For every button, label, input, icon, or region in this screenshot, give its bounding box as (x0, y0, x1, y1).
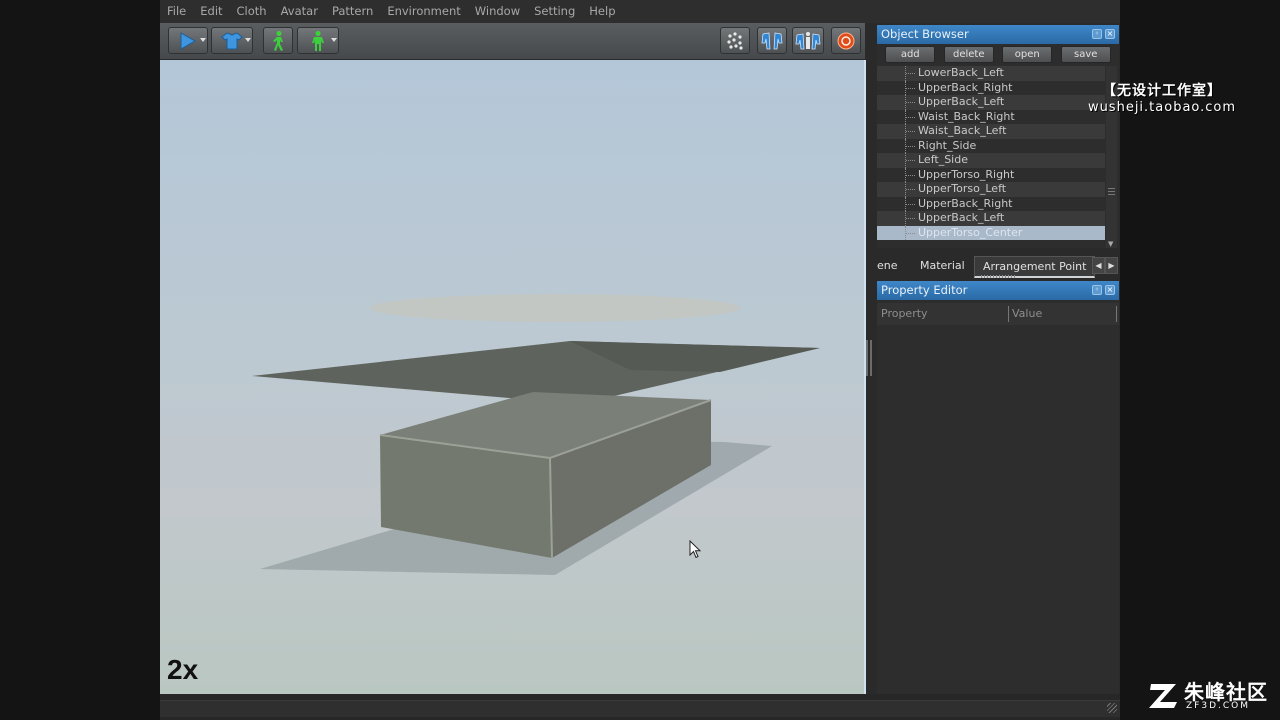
tab-grip[interactable] (981, 275, 1017, 278)
playback-speed-label: 2x (167, 654, 199, 685)
walk-button[interactable] (263, 27, 293, 54)
tab-scroll-right-icon[interactable]: ▶ (1105, 257, 1118, 274)
play-button[interactable] (168, 27, 208, 54)
delete-button[interactable]: delete (943, 46, 994, 63)
float-icon[interactable]: ◦ (1092, 29, 1102, 39)
play-icon (180, 31, 197, 50)
column-value[interactable]: Value (1012, 303, 1042, 325)
property-editor-title: Property Editor (881, 283, 968, 297)
open-button[interactable]: open (1002, 46, 1053, 63)
float-icon[interactable]: ◦ (1092, 285, 1102, 295)
object-browser-header: Object Browser ◦ × (877, 25, 1119, 44)
community-url: ZF3D.COM (1186, 701, 1250, 711)
garment-button[interactable] (211, 27, 253, 54)
avatar-pair-icon (795, 31, 821, 49)
avatar-pair-button[interactable] (792, 27, 824, 54)
shirt-icon (221, 31, 243, 49)
menu-file[interactable]: File (160, 0, 193, 23)
menu-avatar[interactable]: Avatar (274, 0, 325, 23)
community-watermark: 朱峰社区 ZF3D.COM (1146, 676, 1274, 716)
tab-material[interactable]: Material (920, 256, 965, 275)
property-column-headers: Property Value (877, 303, 1119, 325)
close-icon[interactable]: × (1105, 285, 1115, 295)
scroll-down-icon[interactable]: ▼ (1108, 240, 1113, 248)
record-icon (837, 32, 855, 49)
scrollbar-thumb[interactable] (1108, 186, 1115, 236)
3d-viewport[interactable]: 2x (160, 60, 866, 694)
tree-item[interactable]: UpperTorso_Right (877, 167, 1105, 183)
community-logo-icon (1149, 684, 1177, 708)
tree-item-selected[interactable]: UpperTorso_Center (877, 225, 1105, 240)
object-browser-panel: Object Browser ◦ × add delete open save … (877, 25, 1119, 248)
tree-item[interactable]: LowerBack_Left (877, 66, 1105, 81)
tree-item[interactable]: Waist_Back_Left (877, 124, 1105, 139)
record-button[interactable] (831, 27, 861, 54)
studio-name: 【无设计工作室】 (1102, 83, 1222, 99)
toolbar (160, 23, 865, 60)
menu-environment[interactable]: Environment (380, 0, 467, 23)
menu-edit[interactable]: Edit (193, 0, 229, 23)
tab-scene[interactable]: ene (877, 256, 898, 275)
tab-scroll-left-icon[interactable]: ◀ (1092, 257, 1105, 274)
particle-button[interactable] (720, 27, 750, 54)
mouse-cursor-icon (689, 540, 702, 559)
save-button[interactable]: save (1060, 46, 1111, 63)
resize-grip-icon[interactable] (1107, 703, 1117, 713)
panel-splitter[interactable] (866, 330, 872, 380)
walk-icon (273, 30, 283, 51)
studio-url: wusheji.taobao.com (1087, 100, 1237, 115)
avatar-icon (312, 30, 324, 51)
application-window: File Edit Cloth Avatar Pattern Environme… (160, 0, 1120, 720)
column-property[interactable]: Property (881, 303, 928, 325)
cloth-pair-button[interactable] (757, 27, 787, 54)
panel-tab-bar: ene Material Arrangement Point ◀ ▶ (877, 253, 1119, 278)
tree-item[interactable]: Left_Side (877, 153, 1105, 168)
tree-item[interactable]: UpperBack_Left (877, 211, 1105, 226)
cloth-shadow (370, 294, 740, 322)
cloth-pair-icon (761, 32, 783, 49)
status-bar (160, 700, 1120, 717)
tree-item[interactable]: UpperTorso_Left (877, 182, 1105, 197)
property-editor-header: Property Editor ◦ × (877, 281, 1119, 300)
scene-render (252, 294, 820, 575)
menu-window[interactable]: Window (468, 0, 527, 23)
avatar-button[interactable] (297, 27, 339, 54)
studio-watermark: 【无设计工作室】 wusheji.taobao.com (1062, 80, 1262, 115)
menu-cloth[interactable]: Cloth (230, 0, 274, 23)
menu-setting[interactable]: Setting (527, 0, 582, 23)
tree-item[interactable]: UpperBack_Right (877, 196, 1105, 212)
menu-bar: File Edit Cloth Avatar Pattern Environme… (160, 0, 1120, 23)
add-button[interactable]: add (885, 46, 936, 63)
tree-item[interactable]: Right_Side (877, 138, 1105, 154)
close-icon[interactable]: × (1105, 29, 1115, 39)
menu-help[interactable]: Help (582, 0, 622, 23)
object-browser-title: Object Browser (881, 27, 969, 41)
menu-pattern[interactable]: Pattern (325, 0, 380, 23)
particle-icon (727, 31, 743, 50)
object-browser-buttons: add delete open save (877, 44, 1119, 68)
property-editor-panel: Property Editor ◦ × Property Value (877, 281, 1119, 694)
